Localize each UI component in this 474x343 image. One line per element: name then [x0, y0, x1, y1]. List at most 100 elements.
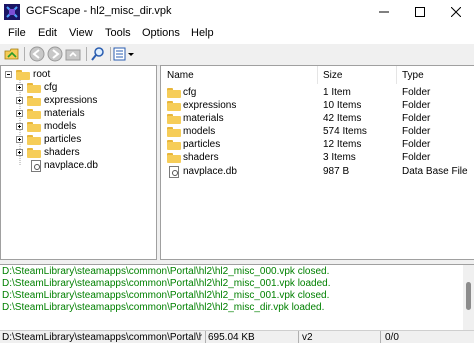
- tree-item-label: cfg: [44, 82, 58, 93]
- window-title: GCFScape - hl2_misc_dir.vpk: [26, 5, 172, 17]
- tree-item-expressions[interactable]: expressions: [16, 94, 97, 107]
- scrollbar-thumb[interactable]: [466, 282, 471, 310]
- find-icon[interactable]: [90, 46, 106, 62]
- expand-icon[interactable]: [16, 97, 23, 104]
- tree-item-materials[interactable]: materials: [16, 107, 85, 120]
- expand-icon[interactable]: [16, 136, 23, 143]
- forward-icon[interactable]: [47, 46, 63, 62]
- tree-item-label: root: [33, 69, 51, 80]
- status-count: 0/0: [385, 332, 399, 343]
- tree-item-navplace[interactable]: navplace.db: [31, 159, 98, 172]
- status-separator: [380, 331, 381, 343]
- toolbar-separator: [110, 47, 111, 61]
- file-icon: [31, 159, 41, 172]
- open-icon[interactable]: [4, 46, 20, 62]
- tree-item-label: navplace.db: [44, 160, 98, 171]
- menu-options[interactable]: Options: [142, 27, 180, 39]
- log-line: D:\SteamLibrary\steamapps\common\Portal\…: [2, 302, 325, 313]
- up-icon[interactable]: [65, 46, 81, 62]
- folder-icon: [27, 121, 41, 132]
- toolbar-separator: [86, 47, 87, 61]
- tree-item-label: expressions: [44, 95, 98, 106]
- expand-icon[interactable]: [16, 123, 23, 130]
- close-icon: [451, 7, 461, 17]
- list-row[interactable]: cfg 1 Item Folder: [161, 87, 474, 100]
- list-row[interactable]: particles 12 Items Folder: [161, 139, 474, 152]
- expand-icon[interactable]: [16, 110, 23, 117]
- row-name: cfg: [183, 87, 197, 98]
- tree-item-label: shaders: [44, 147, 80, 158]
- tree-item-particles[interactable]: particles: [16, 133, 81, 146]
- menu-file[interactable]: File: [8, 27, 26, 39]
- status-version: v2: [302, 332, 313, 343]
- column-divider[interactable]: [317, 66, 318, 84]
- collapse-icon[interactable]: [5, 71, 12, 78]
- expand-icon[interactable]: [16, 149, 23, 156]
- log-line: D:\SteamLibrary\steamapps\common\Portal\…: [2, 278, 331, 289]
- row-type: Folder: [402, 87, 431, 98]
- status-bar: D:\SteamLibrary\steamapps\common\Portal\…: [0, 330, 474, 343]
- menu-edit[interactable]: Edit: [38, 27, 57, 39]
- row-size: 3 Items: [323, 152, 356, 163]
- minimize-button[interactable]: [366, 0, 402, 24]
- list-row[interactable]: shaders 3 Items Folder: [161, 152, 474, 165]
- tree-item-models[interactable]: models: [16, 120, 76, 133]
- tree-item-label: materials: [44, 108, 85, 119]
- status-separator: [205, 331, 206, 343]
- tree-item-shaders[interactable]: shaders: [16, 146, 80, 159]
- status-path: D:\SteamLibrary\steamapps\common\Portal\…: [2, 332, 202, 343]
- row-type: Data Base File: [402, 166, 468, 177]
- row-name: expressions: [183, 100, 237, 111]
- back-icon[interactable]: [29, 46, 45, 62]
- folder-tree: root cfg expressions materials models pa…: [0, 65, 157, 260]
- row-size: 10 Items: [323, 100, 362, 111]
- gcfscape-app-icon: [4, 4, 20, 20]
- column-header-name[interactable]: Name: [167, 70, 194, 81]
- folder-open-icon: [16, 69, 30, 80]
- log-line: D:\SteamLibrary\steamapps\common\Portal\…: [2, 290, 330, 301]
- row-name: particles: [183, 139, 221, 150]
- folder-icon: [27, 108, 41, 119]
- row-size: 1 Item: [323, 87, 351, 98]
- menu-tools[interactable]: Tools: [105, 27, 131, 39]
- row-size: 42 Items: [323, 113, 362, 124]
- file-list: Name Size Type cfg 1 Item Folder express…: [160, 65, 474, 260]
- status-separator: [298, 331, 299, 343]
- row-type: Folder: [402, 100, 431, 111]
- chevron-down-icon[interactable]: [127, 46, 135, 62]
- row-type: Folder: [402, 152, 431, 163]
- close-button[interactable]: [438, 0, 474, 24]
- folder-icon: [27, 82, 41, 93]
- folder-icon: [27, 95, 41, 106]
- status-size: 695.04 KB: [208, 332, 255, 343]
- column-divider[interactable]: [396, 66, 397, 84]
- maximize-button[interactable]: [402, 0, 438, 24]
- list-row[interactable]: expressions 10 Items Folder: [161, 100, 474, 113]
- menu-bar: File Edit View Tools Options Help: [0, 24, 474, 44]
- row-size: 574 Items: [323, 126, 367, 137]
- row-name: models: [183, 126, 216, 137]
- log-scrollbar[interactable]: [463, 265, 474, 330]
- menu-help[interactable]: Help: [191, 27, 214, 39]
- list-row[interactable]: models 574 Items Folder: [161, 126, 474, 139]
- log-console: D:\SteamLibrary\steamapps\common\Portal\…: [0, 264, 474, 331]
- row-size: 12 Items: [323, 139, 362, 150]
- row-type: Folder: [402, 139, 431, 150]
- list-header: Name Size Type: [161, 66, 474, 84]
- maximize-icon: [415, 7, 425, 17]
- row-type: Folder: [402, 126, 431, 137]
- column-header-size[interactable]: Size: [323, 70, 342, 81]
- log-line: D:\SteamLibrary\steamapps\common\Portal\…: [2, 266, 330, 277]
- minimize-icon: [379, 11, 389, 13]
- expand-icon[interactable]: [16, 84, 23, 91]
- tree-item-root[interactable]: root: [5, 68, 50, 81]
- row-size: 987 B: [323, 166, 350, 177]
- tree-item-label: particles: [44, 134, 82, 145]
- menu-view[interactable]: View: [69, 27, 93, 39]
- row-name: shaders: [183, 152, 219, 163]
- list-row[interactable]: navplace.db 987 B Data Base File: [161, 166, 474, 179]
- file-icon: [169, 166, 179, 181]
- tree-item-cfg[interactable]: cfg: [16, 81, 57, 94]
- column-header-type[interactable]: Type: [402, 70, 424, 81]
- list-row[interactable]: materials 42 Items Folder: [161, 113, 474, 126]
